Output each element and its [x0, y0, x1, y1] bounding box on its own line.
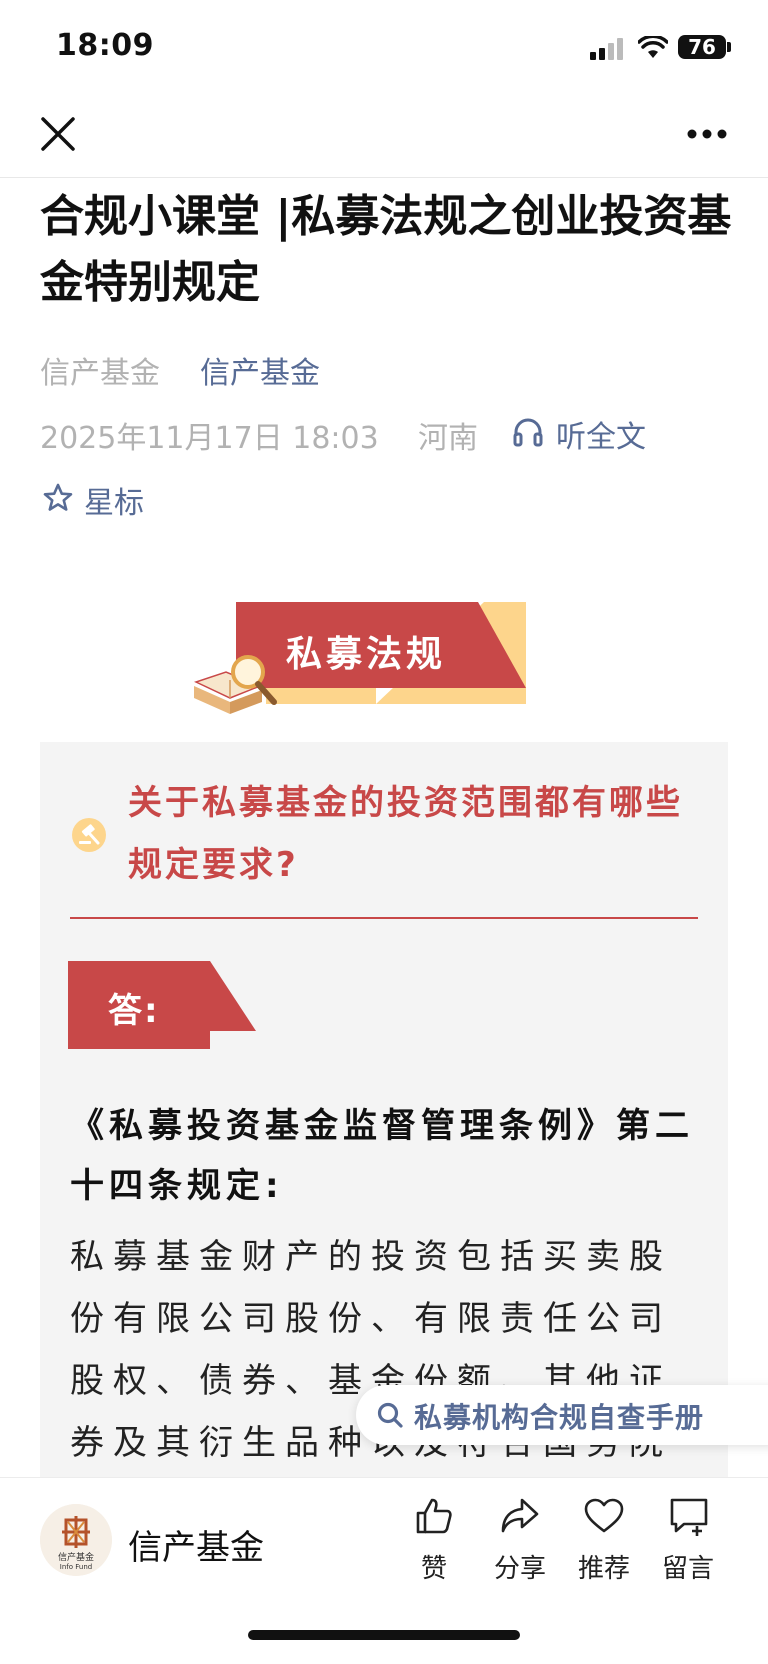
comment-label[interactable]: 留言	[648, 1548, 728, 1585]
gavel-glyph	[79, 824, 100, 845]
gavel-icon	[72, 818, 106, 852]
nav-divider	[0, 177, 768, 178]
star-label: 星标	[84, 486, 144, 521]
search-icon	[377, 1402, 403, 1428]
book-magnifier-icon	[193, 655, 277, 714]
article-title: 合规小课堂 |私募法规之创业投资基金特别规定	[40, 191, 732, 308]
share-icon[interactable]	[500, 1496, 540, 1536]
account-avatar[interactable]: 信产基金 Info Fund	[40, 1504, 112, 1576]
svg-text:Info Fund: Info Fund	[60, 1563, 92, 1571]
home-indicator[interactable]	[248, 1630, 520, 1640]
close-icon[interactable]	[40, 116, 76, 152]
author-name: 信产基金	[40, 356, 160, 391]
cellular-signal-icon	[590, 38, 623, 60]
listen-button[interactable]: 听全文	[512, 412, 672, 455]
listen-label: 听全文	[556, 420, 646, 455]
svg-text:信产基金: 信产基金	[58, 1551, 94, 1563]
question-divider	[70, 917, 698, 919]
publish-datetime: 2025年11月17日 18:03	[40, 421, 379, 456]
banner-label: 私募法规	[286, 634, 447, 675]
battery-indicator: 76	[678, 35, 726, 59]
fund-logo-icon: 信产基金 Info Fund	[40, 1504, 112, 1576]
headphones-icon	[513, 418, 543, 447]
account-link[interactable]: 信产基金	[200, 348, 320, 392]
star-icon	[43, 483, 73, 511]
law-title: 《私募投资基金监督管理条例》第二十四条规定:	[70, 1106, 694, 1206]
heart-icon[interactable]	[584, 1498, 624, 1534]
like-label[interactable]: 赞	[394, 1548, 474, 1585]
star-button[interactable]: 星标	[40, 478, 160, 521]
battery-tip	[727, 42, 731, 52]
related-search-label: 私募机构合规自查手册	[414, 1401, 705, 1434]
share-label[interactable]: 分享	[480, 1548, 560, 1585]
more-options-icon[interactable]	[686, 128, 728, 140]
answer-label-shape	[68, 961, 256, 1049]
status-time: 18:09	[56, 28, 154, 63]
wifi-icon	[638, 36, 668, 58]
answer-label: 答:	[108, 991, 160, 1031]
comment-icon[interactable]	[668, 1496, 710, 1536]
bottom-account-name[interactable]: 信产基金	[128, 1520, 264, 1569]
publish-location: 河南	[418, 421, 478, 456]
thumbs-up-icon[interactable]	[414, 1496, 454, 1536]
question-text: 关于私募基金的投资范围都有哪些规定要求?	[128, 783, 683, 885]
recommend-label[interactable]: 推荐	[564, 1548, 644, 1585]
